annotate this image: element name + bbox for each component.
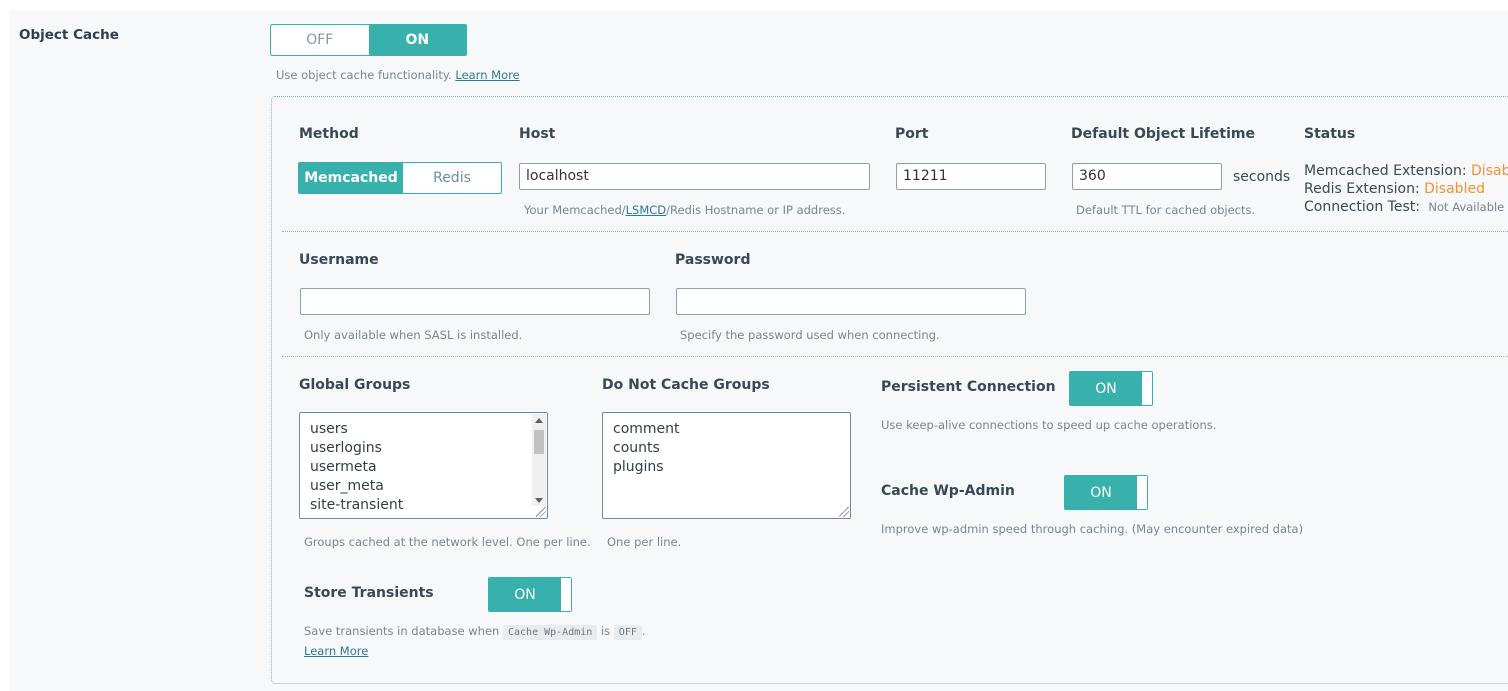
no-cache-group-line: comment [613,421,680,437]
lifetime-input[interactable]: 360 [1072,163,1222,190]
persistent-connection-desc: Use keep-alive connections to speed up c… [881,418,1217,432]
persistent-connection-on[interactable]: ON [1070,372,1142,405]
scroll-up-arrow-icon[interactable] [535,418,543,423]
method-memcached-option[interactable]: Memcached [299,163,403,193]
memcached-extension-value: Disabled [1471,163,1508,179]
host-desc: Your Memcached/LSMCD/Redis Hostname or I… [524,203,845,217]
persistent-connection-label: Persistent Connection [881,379,1056,395]
connection-test-status: Connection Test: Not Available L [1304,199,1508,215]
host-desc-suffix: /Redis Hostname or IP address. [666,203,846,217]
global-group-line: usermeta [310,459,377,475]
cache-wp-admin-on[interactable]: ON [1065,476,1137,509]
memcached-extension-status: Memcached Extension: Disabled [1304,163,1508,179]
password-input[interactable] [676,288,1026,315]
cache-wp-admin-label: Cache Wp-Admin [881,483,1015,499]
port-input[interactable]: 11211 [896,163,1046,190]
redis-extension-value: Disabled [1424,181,1485,197]
lifetime-label: Default Object Lifetime [1071,126,1255,142]
object-cache-learn-more-link[interactable]: Learn More [455,68,519,82]
global-groups-desc: Groups cached at the network level. One … [304,535,591,549]
global-groups-scrollbar[interactable] [532,414,546,506]
store-transients-toggle[interactable]: ON [488,577,572,612]
object-cache-switch[interactable]: OFF ON [270,24,467,56]
no-cache-groups-textarea[interactable]: comment counts plugins [602,412,851,519]
toggle-knob[interactable] [1142,372,1152,405]
scroll-down-arrow-icon[interactable] [535,498,543,503]
global-group-line: site-transient [310,497,404,513]
divider-2 [282,356,1508,357]
no-cache-group-line: counts [613,440,660,456]
cache-wp-admin-desc: Improve wp-admin speed through caching. … [881,522,1304,536]
code-off: OFF [613,625,642,640]
password-desc: Specify the password used when connectin… [680,328,940,342]
object-cache-label: Object Cache [19,27,119,43]
store-transients-learn-more-link[interactable]: Learn More [304,644,368,658]
store-transients-desc-is: is [600,624,611,638]
connection-test-label: Connection Test: [1304,199,1420,215]
global-group-line: user_meta [310,478,384,494]
no-cache-groups-label: Do Not Cache Groups [602,377,770,393]
store-transients-on[interactable]: ON [489,578,561,611]
resize-grip-icon[interactable] [536,507,546,517]
object-cache-desc-text: Use object cache functionality. [276,68,452,82]
object-cache-desc: Use object cache functionality. Learn Mo… [276,68,520,82]
store-transients-desc-text: Save transients in database when [304,624,500,638]
global-group-line: users [310,421,348,437]
lifetime-desc: Default TTL for cached objects. [1076,203,1256,217]
store-transients-label: Store Transients [304,585,434,601]
port-label: Port [895,126,929,142]
status-label: Status [1304,126,1356,142]
username-input[interactable] [300,288,650,315]
store-transients-learn-more: Learn More [304,644,368,658]
username-desc: Only available when SASL is installed. [304,328,523,342]
toggle-knob[interactable] [561,578,571,611]
cache-wp-admin-toggle[interactable]: ON [1064,475,1148,510]
username-label: Username [299,252,379,268]
store-transients-desc: Save transients in database when Cache W… [304,624,646,640]
connection-test-value: Not Available [1428,200,1505,214]
object-cache-on-option[interactable]: ON [368,25,466,55]
lifetime-unit: seconds [1233,169,1291,185]
global-groups-label: Global Groups [299,377,411,393]
no-cache-group-line: plugins [613,459,664,475]
persistent-connection-toggle[interactable]: ON [1069,371,1153,406]
scrollbar-thumb[interactable] [534,430,544,454]
password-label: Password [675,252,751,268]
method-label: Method [299,126,359,142]
global-group-line: userlogins [310,440,382,456]
redis-extension-status: Redis Extension: Disabled [1304,181,1485,197]
object-cache-off-option[interactable]: OFF [271,25,369,55]
redis-extension-label: Redis Extension: [1304,181,1420,197]
host-desc-prefix: Your Memcached/ [524,203,626,217]
method-selector[interactable]: Memcached Redis [298,162,502,194]
global-groups-textarea[interactable]: users userlogins usermeta user_meta site… [299,412,548,519]
resize-grip-icon[interactable] [839,507,849,517]
no-cache-groups-desc: One per line. [607,535,682,549]
divider-1 [282,231,1508,232]
toggle-knob[interactable] [1137,476,1147,509]
lsmcd-link[interactable]: LSMCD [626,203,667,217]
method-redis-option[interactable]: Redis [403,163,501,193]
store-transients-desc-end: . [641,624,646,638]
code-cache-wp-admin: Cache Wp-Admin [503,625,598,640]
host-label: Host [519,126,556,142]
host-input[interactable]: localhost [519,163,870,190]
memcached-extension-label: Memcached Extension: [1304,163,1467,179]
